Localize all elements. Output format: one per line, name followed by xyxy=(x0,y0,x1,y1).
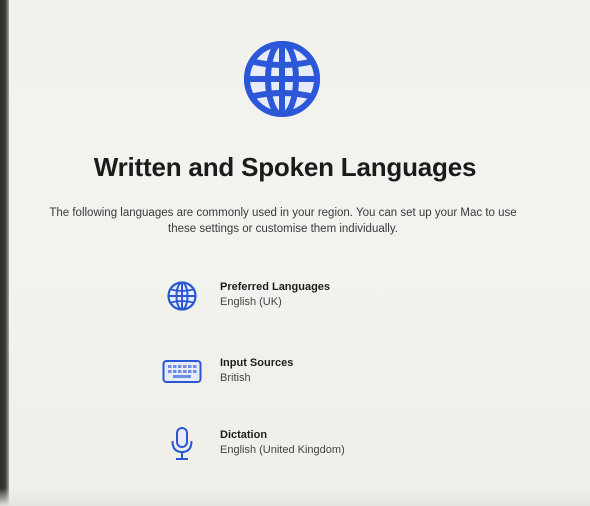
dictation-row[interactable]: Dictation English (United Kingdom) xyxy=(160,424,460,472)
input-sources-row[interactable]: Input Sources British xyxy=(160,352,460,400)
window-bottom-edge xyxy=(0,488,590,506)
setting-label: Input Sources xyxy=(220,357,294,369)
preferred-languages-row[interactable]: Preferred Languages English (UK) xyxy=(160,276,460,324)
globe-icon xyxy=(242,39,322,119)
setting-value: English (United Kingdom) xyxy=(220,444,345,456)
setting-label: Dictation xyxy=(220,429,268,441)
setting-value: British xyxy=(220,372,251,384)
setting-value: English (UK) xyxy=(220,296,282,308)
setting-label: Preferred Languages xyxy=(220,281,331,293)
keyboard-icon xyxy=(160,352,204,392)
globe-icon xyxy=(160,276,204,316)
page-description: The following languages are commonly use… xyxy=(49,207,517,235)
screen-bezel xyxy=(0,0,9,506)
setup-assistant-window: Written and Spoken Languages The followi… xyxy=(0,0,590,506)
microphone-icon xyxy=(160,424,204,464)
page-title: Written and Spoken Languages xyxy=(93,152,477,182)
